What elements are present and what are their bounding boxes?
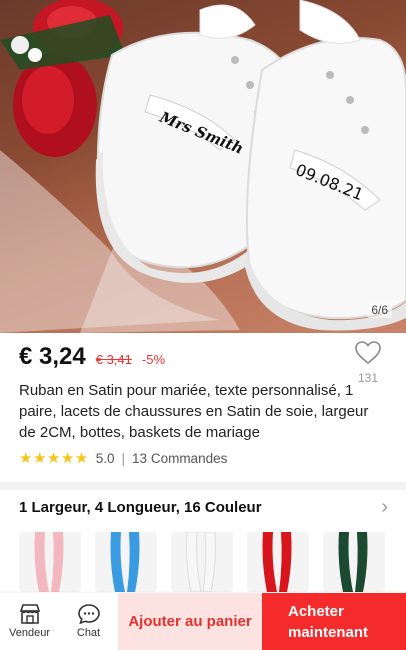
ribbon-swatch-image xyxy=(110,532,140,592)
variant-swatches xyxy=(19,532,385,592)
current-price: € 3,24 xyxy=(19,343,86,370)
rating-row[interactable]: ★★★★★ 5.0 | 13 Commandes xyxy=(19,449,227,467)
chevron-right-icon[interactable]: › xyxy=(381,496,388,519)
rating-score: 5.0 xyxy=(95,450,115,466)
star-rating-icon: ★★★★★ xyxy=(19,450,89,467)
rating-divider: | xyxy=(121,450,126,466)
variant-summary: 1 Largeur, 4 Longueur, 16 Couleur xyxy=(19,499,262,516)
chat-tab-label: Chat xyxy=(76,627,101,639)
seller-tab[interactable]: Vendeur xyxy=(0,593,59,650)
variant-swatch[interactable] xyxy=(323,532,385,592)
ribbon-swatch-image xyxy=(338,532,368,592)
ribbon-swatch-image xyxy=(34,532,64,592)
chat-bubble-icon xyxy=(77,604,100,624)
bottom-action-bar: Vendeur Chat Ajouter au panier Acheter m… xyxy=(0,593,406,650)
original-price: € 3,41 xyxy=(95,352,132,367)
product-title: Ruban en Satin pour mariée, texte person… xyxy=(19,382,369,441)
price-row: € 3,24 € 3,41 -5% xyxy=(19,343,165,371)
add-to-cart-button[interactable]: Ajouter au panier xyxy=(118,593,262,650)
ribbon-swatch-image xyxy=(186,532,216,592)
variant-swatch[interactable] xyxy=(95,532,157,592)
chat-tab[interactable]: Chat xyxy=(59,593,118,650)
buy-now-button[interactable]: Acheter maintenant xyxy=(262,593,406,650)
store-icon xyxy=(19,604,40,624)
buy-now-label-line2: maintenant xyxy=(288,623,369,641)
buy-now-label-line1: Acheter xyxy=(288,602,344,620)
seller-tab-label: Vendeur xyxy=(9,627,50,639)
discount-badge: -5% xyxy=(141,352,166,367)
ribbon-swatch-image xyxy=(262,532,292,592)
variant-swatch[interactable] xyxy=(19,532,81,592)
heart-outline-icon xyxy=(355,341,381,365)
product-image-gallery[interactable]: Mrs Smith 09.08.21 6/6 xyxy=(0,0,406,333)
variant-swatch[interactable] xyxy=(171,532,233,592)
orders-count: 13 Commandes xyxy=(132,450,228,466)
wishlist-button[interactable]: 131 xyxy=(354,341,382,385)
product-info-card: € 3,24 € 3,41 -5% 131 Ruban en Satin pou… xyxy=(0,333,406,482)
variant-swatch[interactable] xyxy=(247,532,309,592)
image-counter: 6/6 xyxy=(367,302,392,318)
product-photo xyxy=(0,0,406,333)
